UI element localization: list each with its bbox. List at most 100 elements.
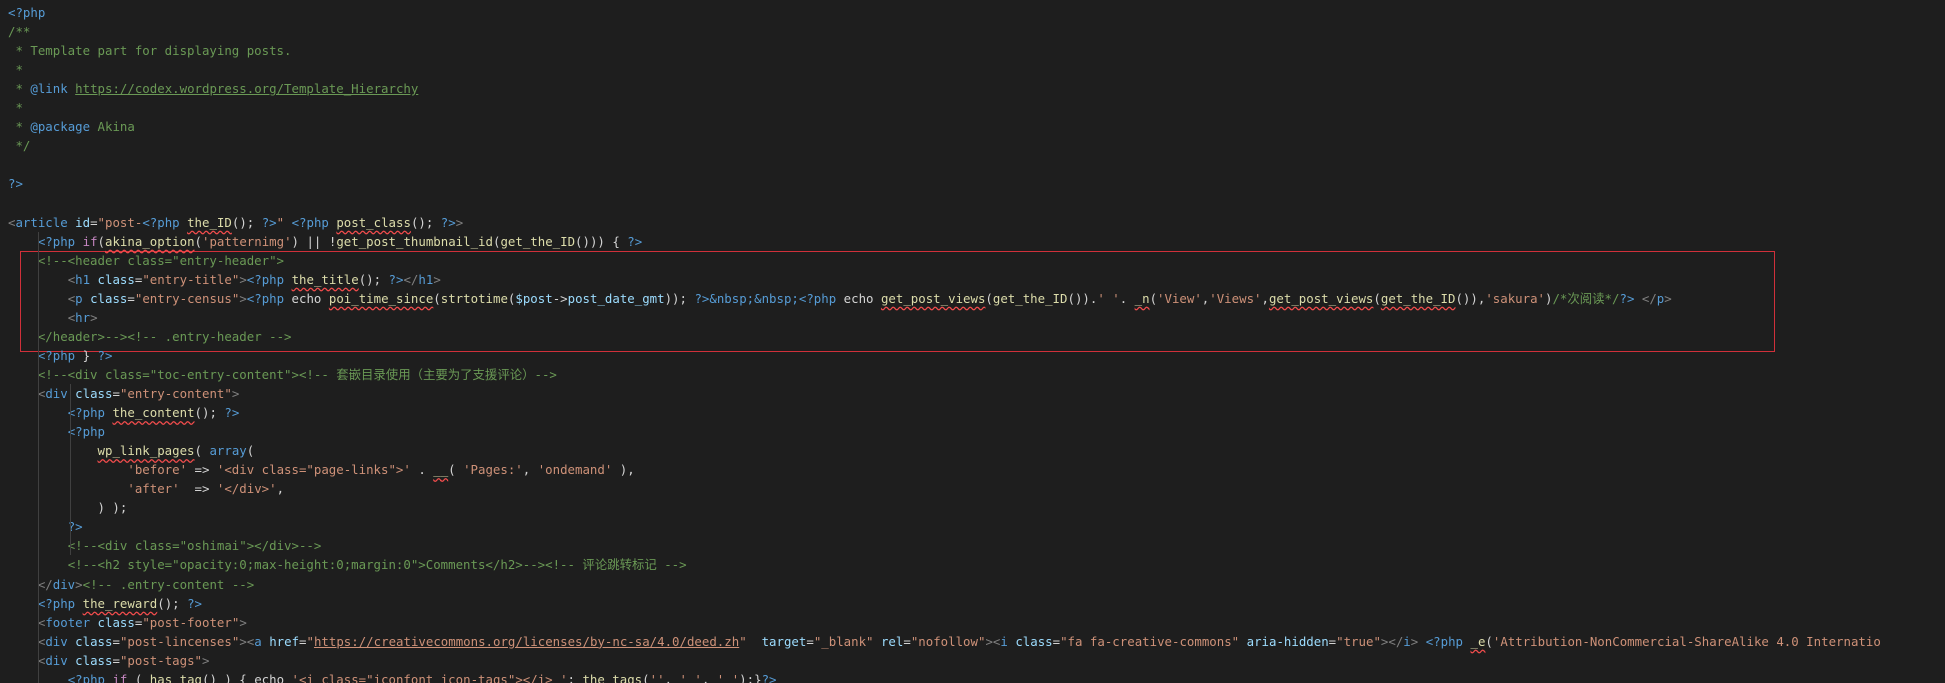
code-token: 'Attribution-NonCommercial-ShareAlike 4.… <box>1492 633 1881 649</box>
code-token: _e <box>1470 633 1486 649</box>
code-token: target <box>761 633 807 649</box>
code-token: ( <box>1373 290 1381 306</box>
code-line[interactable]: <?php if(akina_option('patternimg') || !… <box>8 232 642 251</box>
code-token: ( <box>1149 290 1158 306</box>
code-line[interactable]: * @link https://codex.wordpress.org/Temp… <box>8 79 418 98</box>
code-token: = <box>903 633 911 649</box>
code-token: echo <box>836 290 881 306</box>
code-token: (); <box>231 214 262 230</box>
code-token: p <box>75 290 83 306</box>
code-line[interactable]: * Template part for displaying posts. <box>8 41 291 60</box>
code-token: get_the_ID <box>992 290 1068 306</box>
code-line[interactable]: <?php } ?> <box>8 346 113 365</box>
code-line[interactable]: <h1 class="entry-title"><?php the_title(… <box>8 270 441 289</box>
code-token: => <box>187 462 217 478</box>
code-token: } <box>75 347 98 363</box>
code-token: class <box>90 290 128 306</box>
code-line[interactable]: </header>--><!-- .entry-header --> <box>8 327 292 346</box>
code-token: id <box>75 214 91 230</box>
code-line[interactable]: ?> <box>8 174 23 193</box>
code-line[interactable]: <!--<div class="oshimai"></div>--> <box>8 536 322 555</box>
code-token: rel <box>880 633 904 649</box>
code-token: strtotime <box>440 290 508 306</box>
code-line[interactable]: <div class="post-lincenses"><a href="htt… <box>8 632 1881 651</box>
code-token: 'after' <box>127 481 180 497</box>
code-line[interactable]: * <box>8 98 23 117</box>
code-line[interactable]: <?php <box>8 3 45 22</box>
code-token: Akina <box>90 119 135 135</box>
code-token: 'sakura' <box>1485 290 1545 306</box>
code-token: get_the_ID <box>1380 290 1456 306</box>
code-token: div <box>45 633 68 649</box>
code-token: "_blank" <box>813 633 874 649</box>
code-line[interactable]: <?php if ( has_tag() ) { echo '<i class=… <box>8 670 777 683</box>
code-line[interactable]: 'before' => '<div class="page-links">' .… <box>8 460 634 479</box>
code-token: '</div>' <box>216 481 277 497</box>
code-token: > <box>202 652 210 668</box>
code-token: class <box>97 614 135 630</box>
code-token: <?php <box>67 405 105 421</box>
code-line[interactable]: /** <box>8 22 30 41</box>
code-token: <?php <box>37 233 76 249</box>
code-token: footer <box>45 614 91 630</box>
code-line[interactable]: <!--<h2 style="opacity:0;max-height:0;ma… <box>8 555 687 574</box>
code-line[interactable]: * @package Akina <box>8 117 135 136</box>
code-line[interactable]: 'after' => '</div>', <box>8 479 284 498</box>
code-token: __ <box>433 462 449 478</box>
code-line[interactable]: ) ); <box>8 498 128 517</box>
code-token: 'Views' <box>1209 290 1262 306</box>
code-line[interactable]: ?> <box>8 517 83 536</box>
code-token: <?php <box>246 271 285 287</box>
code-token: https://creativecommons.org/licenses/by-… <box>313 633 740 649</box>
code-token: (); <box>194 405 225 421</box>
code-token: > <box>1664 290 1672 306</box>
code-editor[interactable]: <?php /** * Template part for displaying … <box>0 0 1945 683</box>
code-line[interactable]: <p class="entry-census"><?php echo poi_t… <box>8 289 1672 308</box>
code-token: href <box>269 633 300 649</box>
code-token: , <box>522 462 538 478</box>
code-token: . <box>410 462 434 478</box>
code-token: 'patternimg' <box>202 233 292 249</box>
code-token: get_post_views <box>880 290 986 306</box>
code-token: <?php <box>798 290 837 306</box>
code-line[interactable]: * <box>8 60 22 79</box>
code-line[interactable]: <article id="post-<?php the_ID(); ?>" <?… <box>8 213 463 232</box>
code-token: = <box>112 633 120 649</box>
code-token: * <box>8 100 23 116</box>
code-token: post_class <box>336 214 411 230</box>
code-token: => <box>179 481 217 497</box>
code-line[interactable]: <footer class="post-footer"> <box>8 613 247 632</box>
code-token: ; <box>567 671 583 683</box>
code-token: wp_link_pages <box>97 443 195 459</box>
code-line[interactable]: <div class="entry-content"> <box>8 384 239 403</box>
code-line[interactable]: </div><!-- .entry-content --> <box>8 575 254 594</box>
code-line[interactable]: <?php <box>8 422 105 441</box>
code-token: </ <box>1388 633 1404 649</box>
code-line[interactable]: */ <box>8 136 30 155</box>
code-token: @package <box>30 119 91 135</box>
code-token: <!-- .entry-header --> <box>127 328 292 344</box>
code-token: "true" <box>1336 633 1381 649</box>
code-line[interactable]: wp_link_pages( array( <box>8 441 255 460</box>
code-token: array <box>209 443 247 459</box>
code-token: <?php <box>142 214 180 230</box>
code-line[interactable]: <hr> <box>8 308 98 327</box>
code-line[interactable]: <!--<header class="entry-header"> <box>8 251 284 270</box>
code-line[interactable]: <?php the_content(); ?> <box>8 403 240 422</box>
code-token: ) ); <box>8 500 128 516</box>
code-token: " <box>306 633 314 649</box>
code-line[interactable]: <!--<div class="toc-entry-content"><!-- … <box>8 365 557 384</box>
code-token: 'Pages:' <box>463 462 523 478</box>
code-token: (); <box>358 271 389 287</box>
